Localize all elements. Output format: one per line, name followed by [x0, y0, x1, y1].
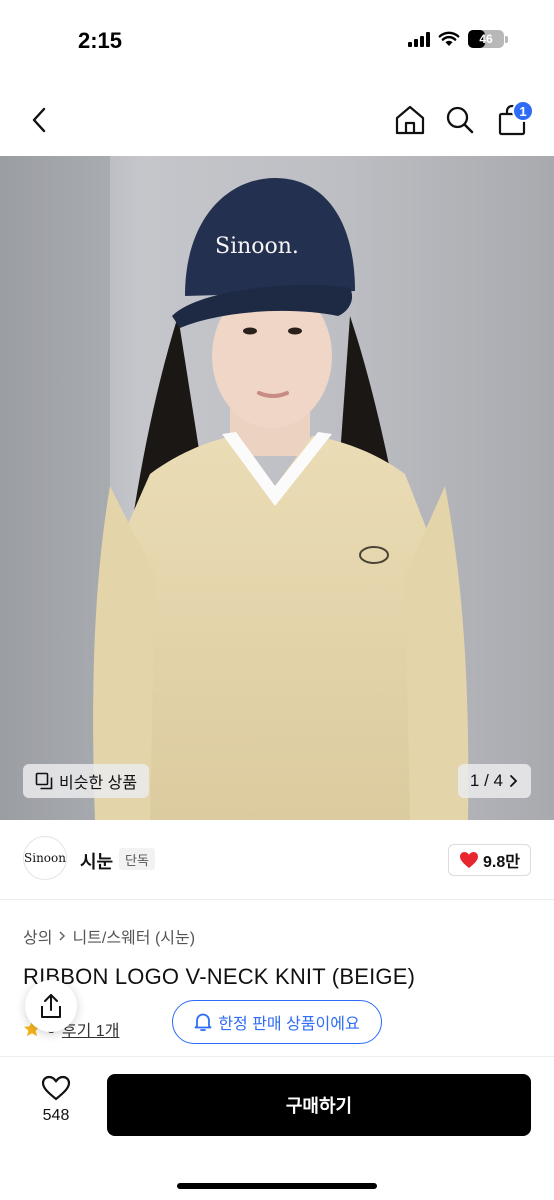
- heart-outline-icon: [41, 1075, 71, 1101]
- battery-percent: 46: [479, 32, 493, 46]
- status-icons: 46: [408, 30, 508, 48]
- search-button[interactable]: [438, 98, 482, 142]
- image-page-indicator[interactable]: 1 / 4: [457, 764, 531, 798]
- home-icon: [395, 105, 425, 135]
- brand-logo[interactable]: Sinoon: [23, 836, 67, 880]
- cap-text: Sinoon.: [215, 234, 299, 259]
- cart-button[interactable]: 1: [490, 98, 534, 142]
- wishlist-button[interactable]: 548: [30, 1075, 82, 1135]
- back-icon: [32, 107, 46, 133]
- product-image[interactable]: Sinoon.: [0, 156, 554, 820]
- page-indicator-text: 1 / 4: [469, 771, 503, 790]
- limited-sale-label: 한정 판매 상품이에요: [218, 1016, 360, 1033]
- back-button[interactable]: [18, 98, 62, 142]
- status-bar: 2:15 46: [0, 0, 554, 84]
- brand-like-count: 9.8만: [483, 854, 520, 871]
- cellular-signal-icon: [408, 31, 430, 47]
- brand-name[interactable]: 시눈: [80, 848, 113, 874]
- bottom-action-bar: 548 구매하기: [0, 1056, 554, 1200]
- heart-filled-icon: [460, 852, 479, 868]
- cart-count-badge: 1: [512, 100, 534, 122]
- breadcrumb-item[interactable]: 니트/스웨터 (시눈): [72, 924, 195, 948]
- brand-like-button[interactable]: 9.8만: [448, 844, 531, 876]
- wifi-icon: [438, 31, 460, 46]
- top-nav-bar: 1: [0, 84, 554, 156]
- chevron-right-icon: [510, 775, 518, 787]
- similar-products-label: 비슷한 상품: [59, 775, 138, 792]
- exclusive-badge: 단독: [119, 848, 155, 870]
- category-breadcrumb: 상의 니트/스웨터 (시눈): [23, 924, 195, 948]
- battery-icon: 46: [468, 30, 504, 48]
- home-indicator: [177, 1183, 377, 1189]
- limited-sale-notice[interactable]: 한정 판매 상품이에요: [172, 1000, 382, 1044]
- home-button[interactable]: [388, 98, 432, 142]
- breadcrumb-item[interactable]: 상의: [23, 924, 52, 948]
- brand-row[interactable]: Sinoon 시눈 단독 9.8만: [0, 820, 554, 900]
- wishlist-count: 548: [42, 1107, 70, 1124]
- share-icon: [41, 994, 61, 1018]
- similar-products-button[interactable]: 비슷한 상품: [23, 764, 150, 798]
- product-title: RIBBON LOGO V-NECK KNIT (BEIGE): [23, 964, 416, 989]
- share-button[interactable]: [25, 980, 77, 1032]
- buy-button[interactable]: 구매하기: [107, 1074, 531, 1136]
- similar-products-icon: [35, 772, 53, 790]
- bell-icon: [194, 1013, 212, 1031]
- status-time: 2:15: [78, 28, 123, 53]
- chevron-right-icon: [59, 931, 66, 941]
- search-icon: [446, 106, 474, 134]
